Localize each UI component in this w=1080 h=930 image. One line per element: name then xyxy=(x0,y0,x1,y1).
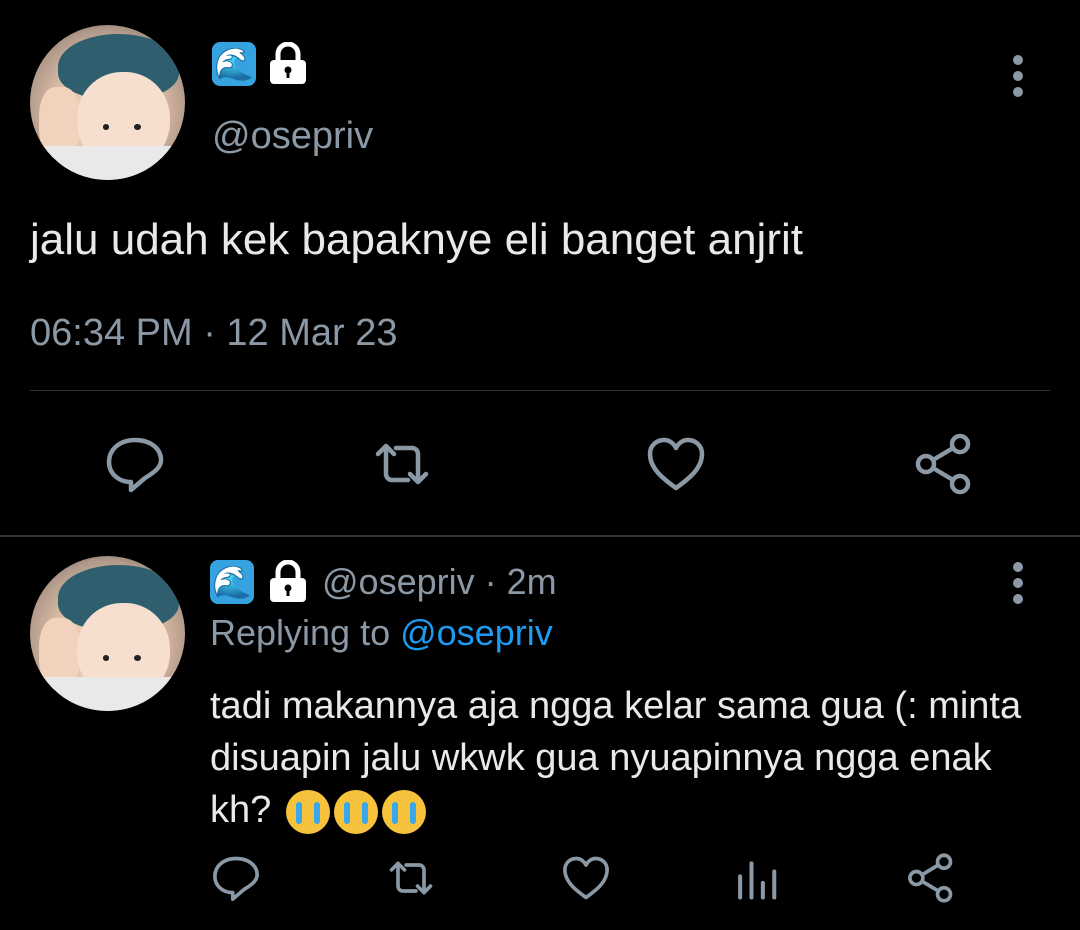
main-tweet: 🌊 @osepriv jalu udah kek bapaknye eli ba… xyxy=(0,0,1080,535)
like-icon[interactable] xyxy=(644,432,708,496)
wave-emoji-icon: 🌊 xyxy=(210,560,254,604)
tweet-separator xyxy=(0,535,1080,537)
display-name[interactable]: 🌊 xyxy=(212,42,312,86)
share-icon[interactable] xyxy=(905,852,957,904)
timestamp[interactable]: 06:34 PM · 12 Mar 23 xyxy=(30,312,398,355)
tweet-text: jalu udah kek bapaknye eli banget anjrit xyxy=(30,215,803,264)
share-icon[interactable] xyxy=(912,432,976,496)
reply-header[interactable]: 🌊 @osepriv · 2m xyxy=(210,560,557,604)
loudly-crying-face-icon xyxy=(285,789,330,834)
lock-icon xyxy=(270,42,306,84)
handle[interactable]: @osepriv xyxy=(212,115,373,158)
reply-text-block: tadi makannya aja ngga kelar sama gua (:… xyxy=(210,680,1040,836)
reply-handle-time[interactable]: @osepriv · 2m xyxy=(322,561,557,603)
replying-mention[interactable]: @osepriv xyxy=(400,612,553,653)
analytics-icon[interactable] xyxy=(732,852,784,904)
reply-icon[interactable] xyxy=(210,852,262,904)
reply-more-options-icon[interactable] xyxy=(1008,561,1028,605)
divider xyxy=(30,390,1050,391)
loudly-crying-face-icon xyxy=(333,789,378,834)
reply-text: tadi makannya aja ngga kelar sama gua (:… xyxy=(210,685,1022,831)
replying-prefix: Replying to xyxy=(210,612,401,653)
avatar[interactable] xyxy=(30,25,185,180)
wave-emoji-icon: 🌊 xyxy=(212,42,256,86)
replying-to: Replying to @osepriv xyxy=(210,612,553,654)
reply-icon[interactable] xyxy=(103,432,167,496)
like-icon[interactable] xyxy=(560,852,612,904)
loudly-crying-face-icon xyxy=(381,789,426,834)
more-options-icon[interactable] xyxy=(1008,54,1028,98)
retweet-icon[interactable] xyxy=(385,852,437,904)
reply-avatar[interactable] xyxy=(30,556,185,711)
retweet-icon[interactable] xyxy=(370,432,434,496)
lock-icon xyxy=(270,560,306,602)
